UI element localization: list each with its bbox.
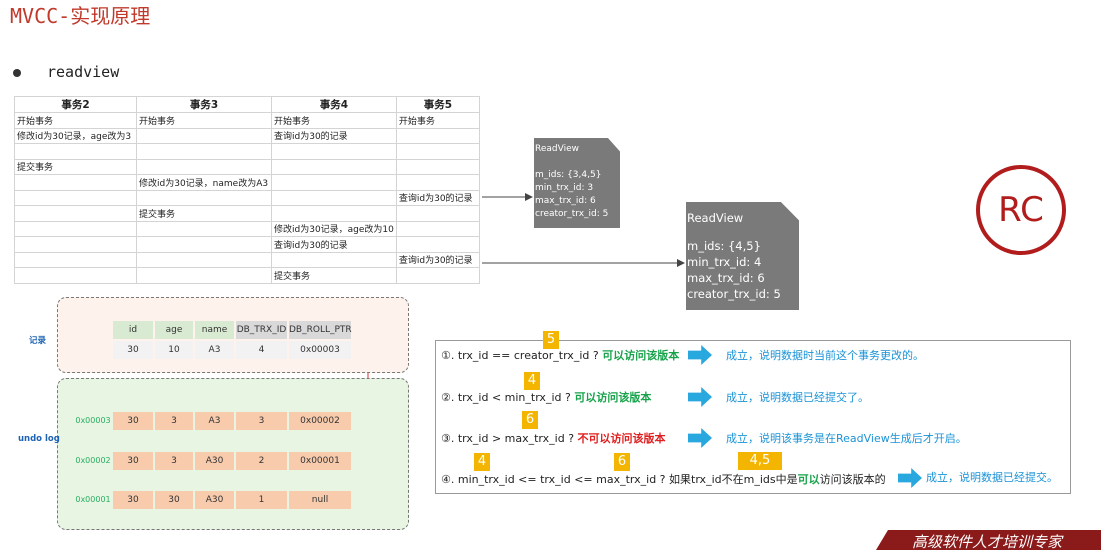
rule-2-hint: 可以访问该版本 xyxy=(574,391,652,404)
undo-log-cell: 30 xyxy=(113,412,153,430)
record-value-cell: 30 xyxy=(113,341,153,359)
undo-log-cell: 30 xyxy=(155,491,193,509)
rule-2-text: ②. trx_id < min_trx_id ? xyxy=(441,391,571,404)
undo-log-label: undo log xyxy=(18,434,60,444)
undo-log-cell: 0x00002 xyxy=(289,412,351,430)
undo-log-cell: null xyxy=(289,491,351,509)
record-header-cell: age xyxy=(155,321,193,339)
creator-trx-id: creator_trx_id: 5 xyxy=(535,209,609,219)
rule-3: ③. trx_id > max_trx_id ? 不可以访问该版本 xyxy=(441,430,666,446)
rule-2-conclusion: 成立，说明数据已经提交了。 xyxy=(726,391,869,404)
rule-3-hint: 不可以访问该版本 xyxy=(577,432,666,445)
undo-address: 0x00002 xyxy=(75,456,111,465)
undo-log-cell: A30 xyxy=(195,452,234,470)
rule-1-conclusion: 成立，说明数据时当前这个事务更改的。 xyxy=(726,349,924,362)
record-value-cell: 10 xyxy=(155,341,193,359)
rule-4-tail: 访问该版本的 xyxy=(819,473,886,486)
readview-title: ReadView xyxy=(535,144,579,154)
undo-log-cell: 30 xyxy=(113,452,153,470)
undo-log-cell: 3 xyxy=(236,412,287,430)
min-trx-id: min_trx_id: 4 xyxy=(687,255,762,269)
creator-trx-id: creator_trx_id: 5 xyxy=(687,287,781,301)
undo-log-cell: A30 xyxy=(195,491,234,509)
undo-log-cell: 30 xyxy=(113,491,153,509)
readview-1: ReadView m_ids: {3,4,5} min_trx_id: 3 ma… xyxy=(534,138,620,228)
record-header-cell: name xyxy=(195,321,234,339)
rule-2: ②. trx_id < min_trx_id ? 可以访问该版本 xyxy=(441,389,651,405)
m-ids: m_ids: {3,4,5} xyxy=(535,170,602,180)
badge-max: 6 xyxy=(522,411,538,429)
badge-mids: 4,5 xyxy=(738,452,782,470)
rule-1-text: ①. trx_id == creator_trx_id ? xyxy=(441,349,599,362)
record-value-cell: 4 xyxy=(236,341,287,359)
undo-address: 0x00001 xyxy=(75,495,111,504)
rc-badge: RC xyxy=(976,165,1066,255)
badge-min-4: 4 xyxy=(474,453,490,471)
max-trx-id: max_trx_id: 6 xyxy=(687,271,765,285)
badge-max-6: 6 xyxy=(614,453,630,471)
rule-4-text: ④. min_trx_id <= trx_id <= max_trx_id ? … xyxy=(441,473,722,486)
record-value-cell: A3 xyxy=(195,341,234,359)
rule-3-text: ③. trx_id > max_trx_id ? xyxy=(441,432,575,445)
rule-4-can: 可以 xyxy=(797,473,820,486)
rule-1: ①. trx_id == creator_trx_id ? 可以访问该版本 xyxy=(441,347,679,363)
rule-4-mid: m_ids中是 xyxy=(743,473,798,486)
undo-log-cell: 2 xyxy=(236,452,287,470)
record-header-cell: DB_TRX_ID xyxy=(236,321,287,339)
max-trx-id: max_trx_id: 6 xyxy=(535,196,596,206)
undo-log-cell: 0x00001 xyxy=(289,452,351,470)
readview-title: ReadView xyxy=(687,211,744,225)
record-value-cell: 0x00003 xyxy=(289,341,351,359)
rule-4-not-in: 不在 xyxy=(721,473,744,486)
m-ids: m_ids: {4,5} xyxy=(687,239,761,253)
record-header-cell: id xyxy=(113,321,153,339)
rule-3-conclusion: 成立，说明该事务是在ReadView生成后才开启。 xyxy=(726,432,967,445)
undo-log-cell: A3 xyxy=(195,412,234,430)
undo-address: 0x00003 xyxy=(75,416,111,425)
rule-4-conclusion: 成立，说明数据已经提交。 xyxy=(926,471,1058,484)
badge-min: 4 xyxy=(524,372,540,390)
record-label: 记录 xyxy=(29,336,47,346)
undo-log-cell: 3 xyxy=(155,452,193,470)
rule-4: ④. min_trx_id <= trx_id <= max_trx_id ? … xyxy=(441,471,886,487)
record-header-cell: DB_ROLL_PTR xyxy=(289,321,352,339)
undo-log-cell: 3 xyxy=(155,412,193,430)
rule-1-hint: 可以访问该版本 xyxy=(602,349,680,362)
readview-2: ReadView m_ids: {4,5} min_trx_id: 4 max_… xyxy=(686,202,799,310)
undo-log-cell: 1 xyxy=(236,491,287,509)
min-trx-id: min_trx_id: 3 xyxy=(535,183,594,193)
